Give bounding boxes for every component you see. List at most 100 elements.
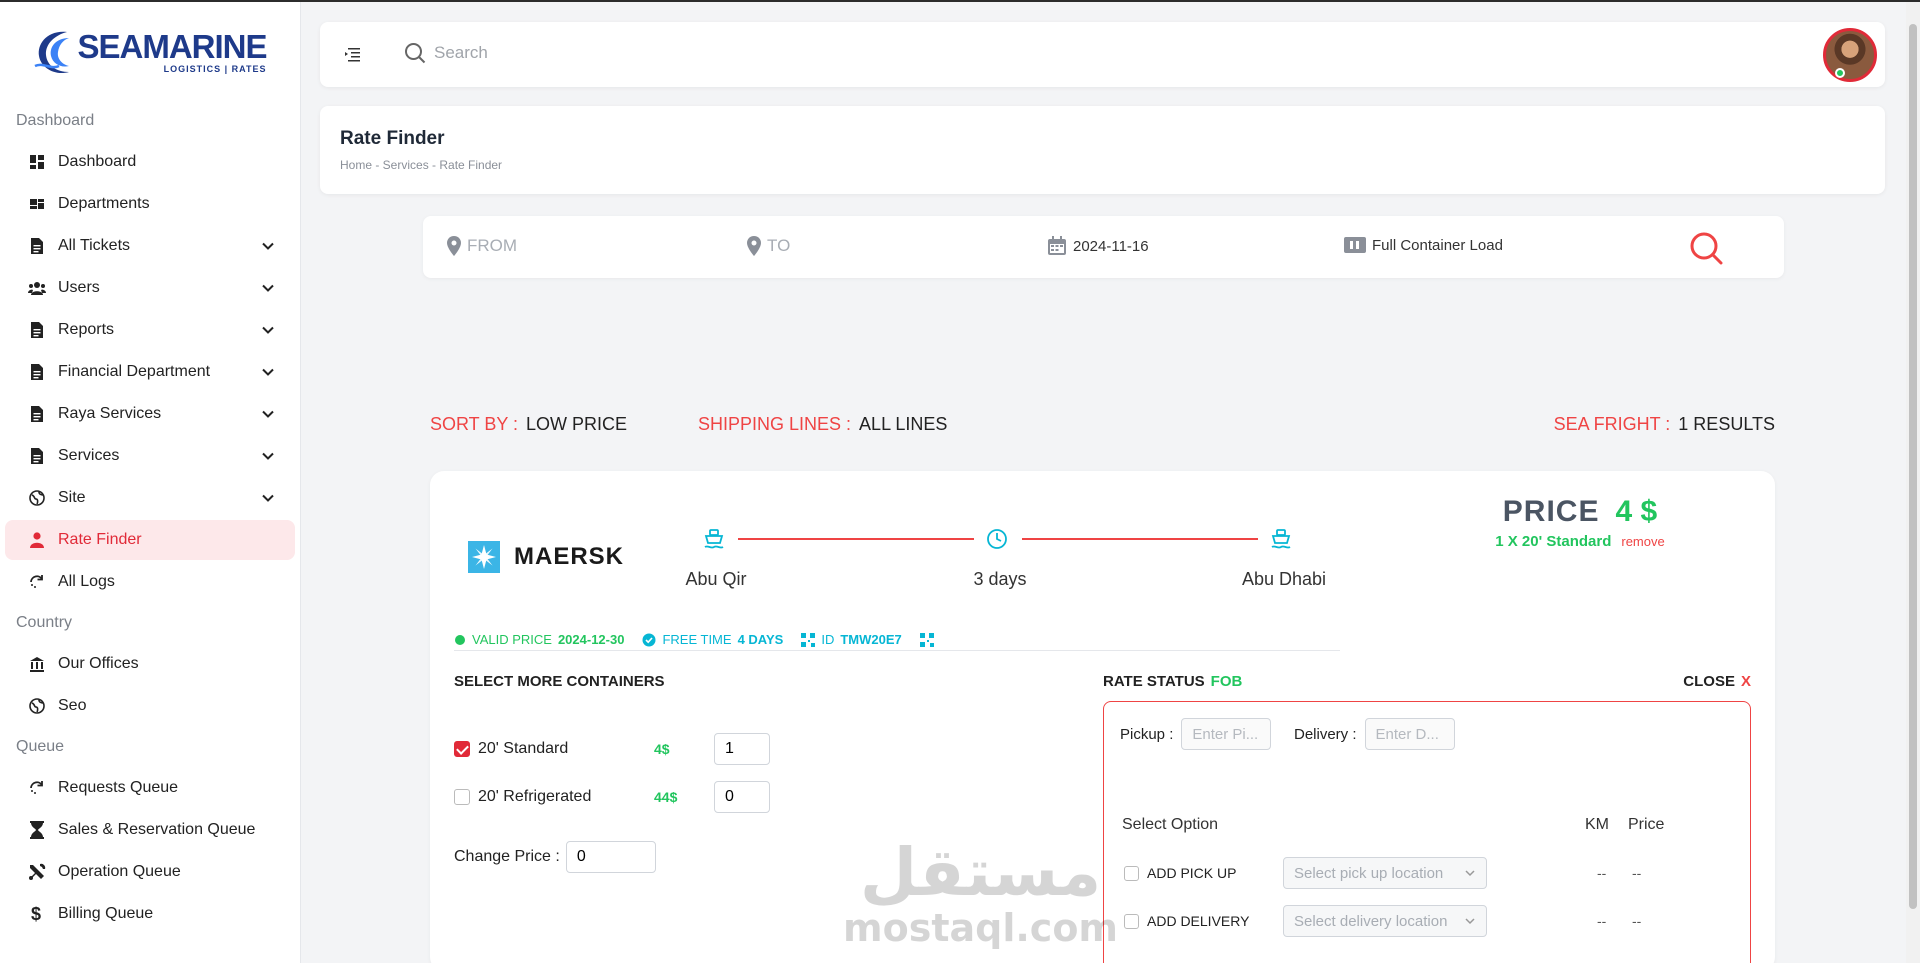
sidebar-item-label: Seo <box>58 697 87 714</box>
location-select-value: Select delivery location <box>1294 912 1448 930</box>
container-summary: 1 X 20' Standard <box>1495 533 1612 550</box>
globe-icon <box>28 489 46 507</box>
option-price: -- <box>1632 913 1642 929</box>
brand-logo[interactable]: SEAMARINE LOGISTICS | RATES <box>0 2 300 102</box>
transit-duration: 3 days <box>973 569 1027 589</box>
km-column-header: KM <box>1585 816 1609 833</box>
sidebar-item-rate-finder[interactable]: Rate Finder <box>5 520 295 560</box>
load-type-field[interactable]: Full Container Load <box>1344 236 1503 254</box>
chevron-down-icon[interactable] <box>261 407 275 421</box>
container-checkbox[interactable] <box>454 741 470 757</box>
sidebar-item-label: Financial Department <box>58 363 211 380</box>
sidebar-item-sales-reservation-queue[interactable]: Sales & Reservation Queue <box>5 810 295 850</box>
online-status-dot <box>1835 68 1845 78</box>
from-input[interactable] <box>467 236 647 256</box>
change-price-input[interactable] <box>565 841 656 873</box>
rate-status-value: FOB <box>1210 673 1243 690</box>
shipping-lines-filter[interactable]: SHIPPING LINES : ALL LINES <box>698 414 947 435</box>
search-submit-icon[interactable] <box>1688 230 1724 266</box>
sidebar-item-label: Site <box>58 489 86 506</box>
hourglass-icon <box>28 821 46 839</box>
container-row: 20' Refrigerated 44$ <box>454 781 770 813</box>
sidebar-item-operation-queue[interactable]: Operation Queue <box>5 852 295 892</box>
file-icon <box>28 237 46 255</box>
users-icon <box>28 279 46 297</box>
chevron-down-icon[interactable] <box>261 239 275 253</box>
sidebar-item-billing-queue[interactable]: $ Billing Queue <box>5 894 295 934</box>
chevron-down-icon[interactable] <box>261 365 275 379</box>
route-timeline: Abu Qir 3 days Abu Dhabi <box>685 527 1326 597</box>
sidebar-item-label: Reports <box>58 321 115 338</box>
search-input[interactable] <box>434 43 834 63</box>
service-option-row: ADD PICK UP Select pick up location -- -- <box>1124 857 1734 889</box>
close-button[interactable]: CLOSE X <box>1683 673 1751 690</box>
file-icon <box>28 447 46 465</box>
delivery-field: Delivery : <box>1294 718 1455 750</box>
origin-port: Abu Qir <box>685 569 747 589</box>
sidebar-item-reports[interactable]: Reports <box>5 310 295 350</box>
sidebar-item-departments[interactable]: Departments <box>5 184 295 224</box>
valid-dot-icon <box>455 634 465 645</box>
pickup-label: Pickup : <box>1120 725 1174 743</box>
option-checkbox[interactable] <box>1124 913 1139 929</box>
container-checkbox[interactable] <box>454 789 470 805</box>
location-pin-icon <box>447 236 461 256</box>
clock-icon <box>985 527 1009 551</box>
results-label: SEA FRIGHT : <box>1553 414 1671 434</box>
sort-filter[interactable]: SORT BY : LOW PRICE <box>430 414 627 435</box>
chevron-down-icon[interactable] <box>261 281 275 295</box>
sidebar-item-users[interactable]: Users <box>5 268 295 308</box>
price-label: PRICE <box>1502 495 1600 528</box>
sidebar-item-financial-department[interactable]: Financial Department <box>5 352 295 392</box>
remove-link[interactable]: remove <box>1621 534 1664 549</box>
scrollbar-thumb[interactable] <box>1909 24 1917 909</box>
chevron-down-icon[interactable] <box>261 491 275 505</box>
select-option-label: Select Option <box>1122 816 1219 833</box>
ship-icon <box>1269 527 1293 551</box>
sidebar-item-requests-queue[interactable]: Requests Queue <box>5 768 295 808</box>
user-icon <box>28 531 46 549</box>
container-price: 44$ <box>654 789 678 805</box>
date-field[interactable]: 2024-11-16 <box>1047 236 1149 256</box>
valid-price-label: VALID PRICE <box>472 632 552 647</box>
qr-code-icon[interactable] <box>919 632 934 647</box>
sidebar-item-all-logs[interactable]: All Logs <box>5 562 295 602</box>
sidebar-section-title: Queue <box>16 738 65 755</box>
container-icon <box>1344 237 1366 253</box>
brand-tagline: LOGISTICS | RATES <box>163 64 267 74</box>
sidebar-item-all-tickets[interactable]: All Tickets <box>5 226 295 266</box>
chevron-down-icon <box>1465 918 1475 925</box>
sidebar-item-dashboard[interactable]: Dashboard <box>5 142 295 182</box>
to-input[interactable] <box>767 236 947 256</box>
delivery-input[interactable] <box>1364 718 1455 750</box>
container-qty-input[interactable] <box>714 733 770 765</box>
svg-text:$: $ <box>31 905 41 923</box>
menu-toggle-icon[interactable] <box>344 46 362 62</box>
departments-icon <box>28 195 46 213</box>
sort-value: LOW PRICE <box>526 414 628 434</box>
container-qty-input[interactable] <box>714 781 770 813</box>
chevron-down-icon[interactable] <box>261 449 275 463</box>
sidebar-item-our-offices[interactable]: Our Offices <box>5 644 295 684</box>
free-time-value: 4 DAYS <box>737 632 784 647</box>
sidebar-item-raya-services[interactable]: Raya Services <box>5 394 295 434</box>
brand-name: SEAMARINE <box>77 28 267 65</box>
location-select[interactable]: Select delivery location <box>1283 905 1487 937</box>
container-name: 20' Refrigerated <box>478 788 592 805</box>
chevron-down-icon[interactable] <box>261 323 275 337</box>
page-scrollbar[interactable] <box>1906 2 1920 963</box>
location-select[interactable]: Select pick up location <box>1283 857 1487 889</box>
user-avatar[interactable] <box>1823 28 1877 82</box>
sidebar-item-seo[interactable]: Seo <box>5 686 295 726</box>
sidebar-item-services[interactable]: Services <box>5 436 295 476</box>
delivery-label: Delivery : <box>1294 725 1357 743</box>
sidebar-item-label: All Logs <box>58 573 115 590</box>
select-containers-title: SELECT MORE CONTAINERS <box>454 673 665 690</box>
sidebar-item-site[interactable]: Site <box>5 478 295 518</box>
ship-icon <box>702 527 726 551</box>
sidebar-item-label: Users <box>58 279 100 296</box>
container-name: 20' Standard <box>478 740 569 757</box>
option-checkbox[interactable] <box>1124 865 1139 881</box>
option-price: -- <box>1632 865 1642 881</box>
pickup-input[interactable] <box>1181 718 1272 750</box>
